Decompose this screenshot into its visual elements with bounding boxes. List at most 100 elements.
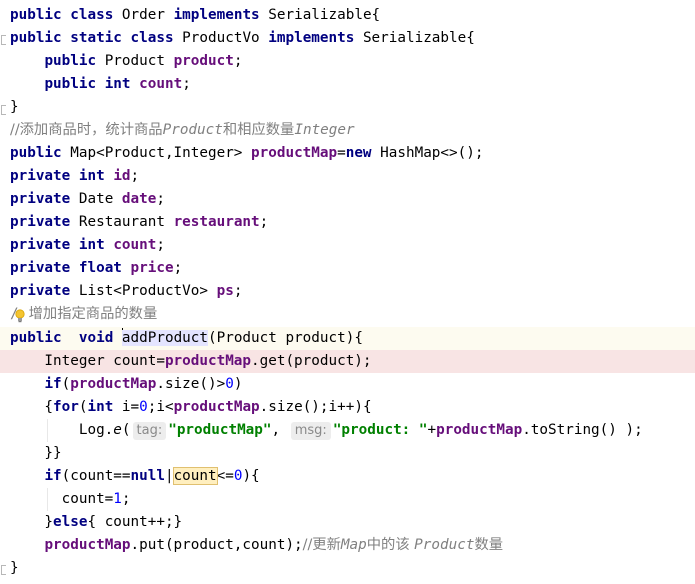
code-line-21[interactable]: if(count==null|count<=0){ <box>10 465 260 488</box>
code-text: ( <box>121 422 131 438</box>
code-line-8[interactable]: private int id; <box>10 165 139 188</box>
keyword: public <box>10 330 62 346</box>
code-line-7[interactable]: public Map<Product,Integer> productMap=n… <box>10 142 483 165</box>
code-line-5[interactable]: } <box>10 96 19 119</box>
code-text: = <box>337 145 346 161</box>
code-text: i= <box>113 399 140 415</box>
code-text: ( <box>61 376 71 392</box>
field-name: price <box>130 260 174 276</box>
keyword: private <box>10 191 71 207</box>
keyword: int <box>87 399 114 415</box>
code-text: ; <box>121 491 131 507</box>
fold-marker[interactable] <box>1 105 6 115</box>
code-line-15[interactable]: public void addProduct(Product product){ <box>10 327 363 350</box>
code-text: } <box>10 514 54 530</box>
code-text: + <box>427 422 437 438</box>
code-text: ;i< <box>147 399 174 415</box>
parameter-hint-tag: tag: <box>132 422 167 440</box>
code-text: ; <box>156 191 165 207</box>
field-name: productMap <box>173 399 260 415</box>
field-name: id <box>113 168 131 184</box>
keyword: int <box>104 76 131 92</box>
code-text: ; <box>259 214 269 230</box>
keyword: public <box>44 53 97 69</box>
code-text: { count++;} <box>87 514 183 530</box>
comment: Integer <box>294 122 355 138</box>
code-text: ; <box>130 168 140 184</box>
keyword: implements <box>268 30 355 46</box>
keyword: int <box>78 237 105 253</box>
code-text: ){ <box>242 468 260 484</box>
comment: Product <box>162 122 223 138</box>
comment: Product <box>414 537 475 553</box>
code-line-24[interactable]: productMap.put(product,count);//更新Map中的该… <box>10 534 503 557</box>
code-line-3[interactable]: public Product product; <box>10 50 242 73</box>
code-text: ; <box>156 237 165 253</box>
code-text: ; <box>173 260 183 276</box>
comment: 和相应数量 <box>222 122 295 138</box>
keyword: class <box>130 30 174 46</box>
code-text: count= <box>10 491 114 507</box>
code-line-12[interactable]: private float price; <box>10 257 182 280</box>
string-literal: "productMap" <box>168 422 272 438</box>
code-line-25[interactable]: } <box>10 557 19 580</box>
code-text: } <box>10 99 19 115</box>
code-line-9[interactable]: private Date date; <box>10 188 165 211</box>
keyword: public <box>10 30 62 46</box>
code-line-23[interactable]: }else{ count++;} <box>10 511 182 534</box>
code-line-4[interactable]: public int count; <box>10 73 190 96</box>
keyword: float <box>78 260 122 276</box>
keyword: private <box>10 237 71 253</box>
code-text: .get(product); <box>251 353 372 369</box>
field-name: productMap <box>251 145 338 161</box>
type-name: Restaurant <box>70 214 174 230</box>
keyword: public <box>44 76 97 92</box>
keyword: if <box>44 376 62 392</box>
comment: 中的该 <box>366 537 415 553</box>
field-name: productMap <box>436 422 523 438</box>
code-line-1[interactable]: public class Order implements Serializab… <box>10 4 380 27</box>
code-line-16[interactable]: Integer count=productMap.get(product); <box>10 350 372 373</box>
code-line-22[interactable]: count=1; <box>10 488 131 511</box>
code-line-19[interactable]: Log.e(tag: "productMap", msg: "product: "+… <box>10 419 643 442</box>
code-line-11[interactable]: private int count; <box>10 234 165 257</box>
code-text: .toString() ); <box>522 422 643 438</box>
type-name: Map<Product,Integer> <box>61 145 252 161</box>
field-name: productMap <box>44 537 131 553</box>
keyword: if <box>44 468 62 484</box>
code-text: { <box>10 399 54 415</box>
class-name: Order <box>113 7 174 23</box>
lightbulb-icon[interactable] <box>14 309 26 323</box>
code-line-18[interactable]: {for(int i=0;i<productMap.size();i++){ <box>10 396 371 419</box>
code-line-6[interactable]: //添加商品时，统计商品Product和相应数量Integer <box>10 119 355 142</box>
method-name: addProduct <box>121 330 208 346</box>
code-text: ) <box>233 376 243 392</box>
number-literal: 0 <box>139 399 148 415</box>
fold-marker[interactable] <box>1 565 6 575</box>
code-line-20[interactable]: }} <box>10 442 61 465</box>
code-line-10[interactable]: private Restaurant restaurant; <box>10 211 268 234</box>
editor-gutter[interactable] <box>0 0 6 584</box>
keyword: public <box>10 7 62 23</box>
parameter-hint-msg: msg: <box>290 422 331 440</box>
code-text: } <box>10 560 19 576</box>
code-line-13[interactable]: private List<ProductVo> ps; <box>10 280 242 303</box>
code-editor[interactable]: public class Order implements Serializab… <box>0 0 695 584</box>
code-line-14[interactable]: / 增加指定商品的数量 <box>10 303 157 326</box>
keyword: private <box>10 283 71 299</box>
field-name: restaurant <box>173 214 260 230</box>
comment: //添加商品时，统计商品 <box>10 122 163 138</box>
code-text: .size()> <box>156 376 226 392</box>
type-name: Date <box>70 191 122 207</box>
code-line-2[interactable]: public static class ProductVo implements… <box>10 27 475 50</box>
fold-marker[interactable] <box>1 35 6 45</box>
keyword: class <box>70 7 114 23</box>
code-line-17[interactable]: if(productMap.size()>0) <box>10 373 242 396</box>
